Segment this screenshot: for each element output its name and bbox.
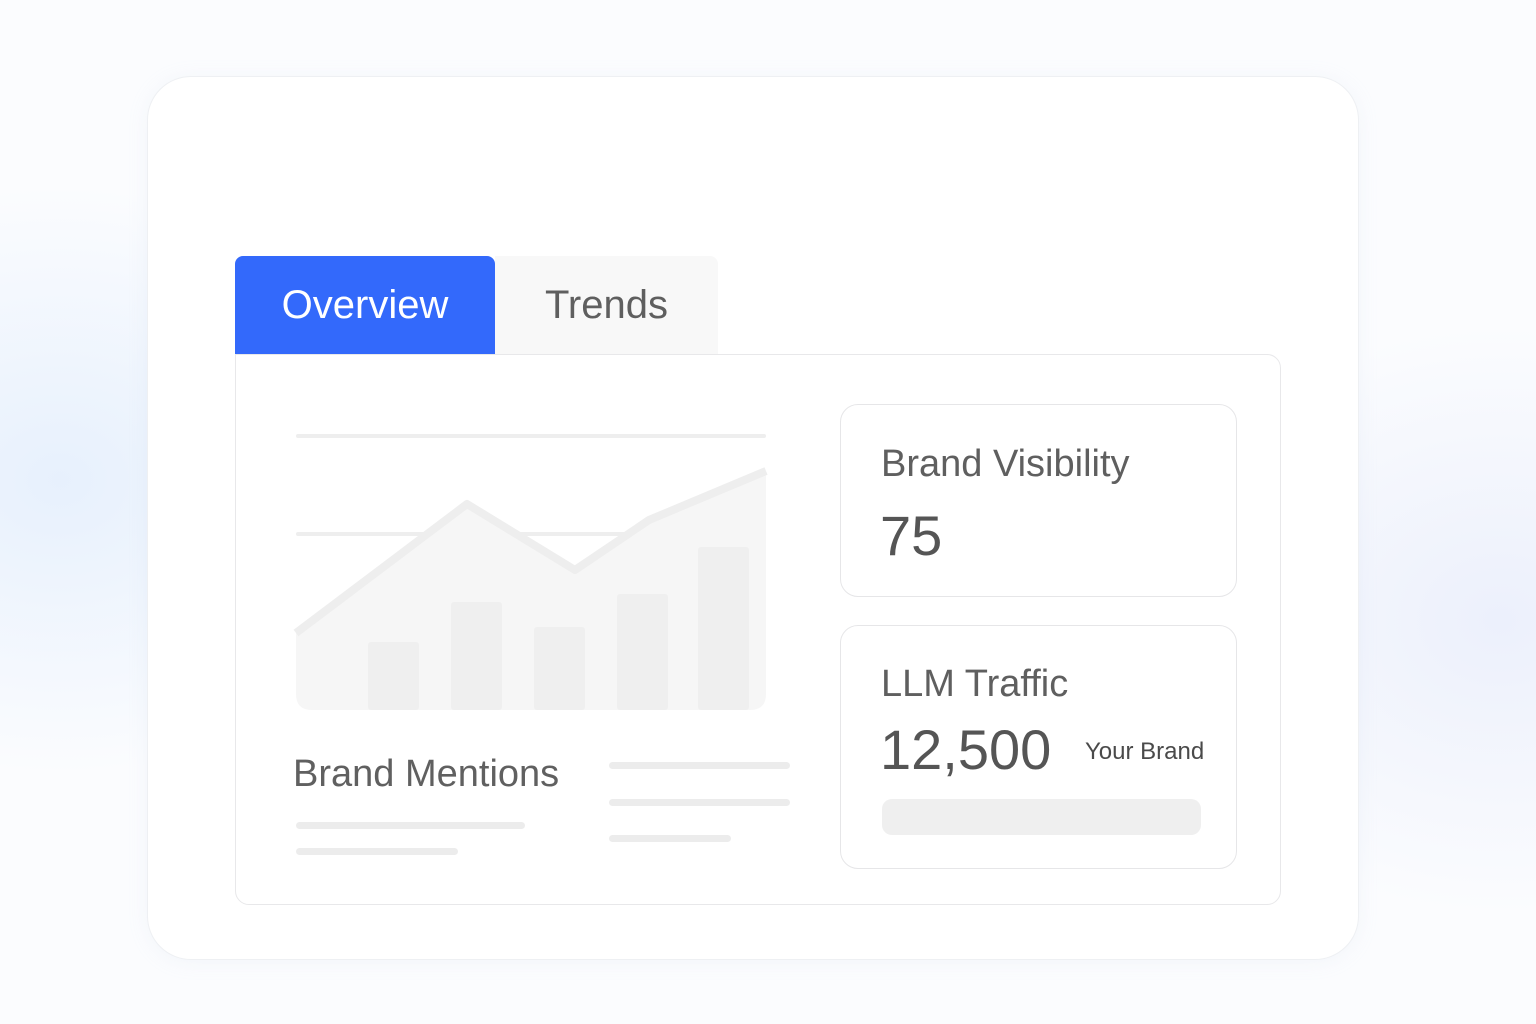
llm-traffic-bar [882,799,1201,835]
placeholder-line [609,835,731,842]
llm-traffic-card: LLM Traffic 12,500 Your Brand [840,625,1237,869]
brand-visibility-card: Brand Visibility 75 [840,404,1237,597]
brand-mentions-chart [293,434,768,710]
placeholder-line [609,762,790,769]
brand-visibility-label: Brand Visibility [881,443,1130,485]
placeholder-line [296,848,458,855]
chart-bar [617,594,668,710]
tab-overview[interactable]: Overview [235,256,495,355]
chart-bar [368,642,419,710]
chart-gridline [296,434,766,438]
tab-trends[interactable]: Trends [495,256,718,355]
chart-bar [534,627,585,710]
placeholder-line [609,799,790,806]
chart-area-fill [296,471,766,710]
tab-trends-label: Trends [544,283,668,327]
chart-bar [698,547,749,710]
brand-visibility-value: 75 [880,504,943,567]
llm-traffic-label: LLM Traffic [881,663,1069,705]
llm-traffic-legend: Your Brand [1085,738,1205,765]
brand-mentions-title: Brand Mentions [293,753,560,795]
llm-traffic-value: 12,500 [880,718,1052,781]
placeholder-line [296,822,525,829]
tab-overview-label: Overview [281,283,449,327]
chart-bar [451,602,502,710]
